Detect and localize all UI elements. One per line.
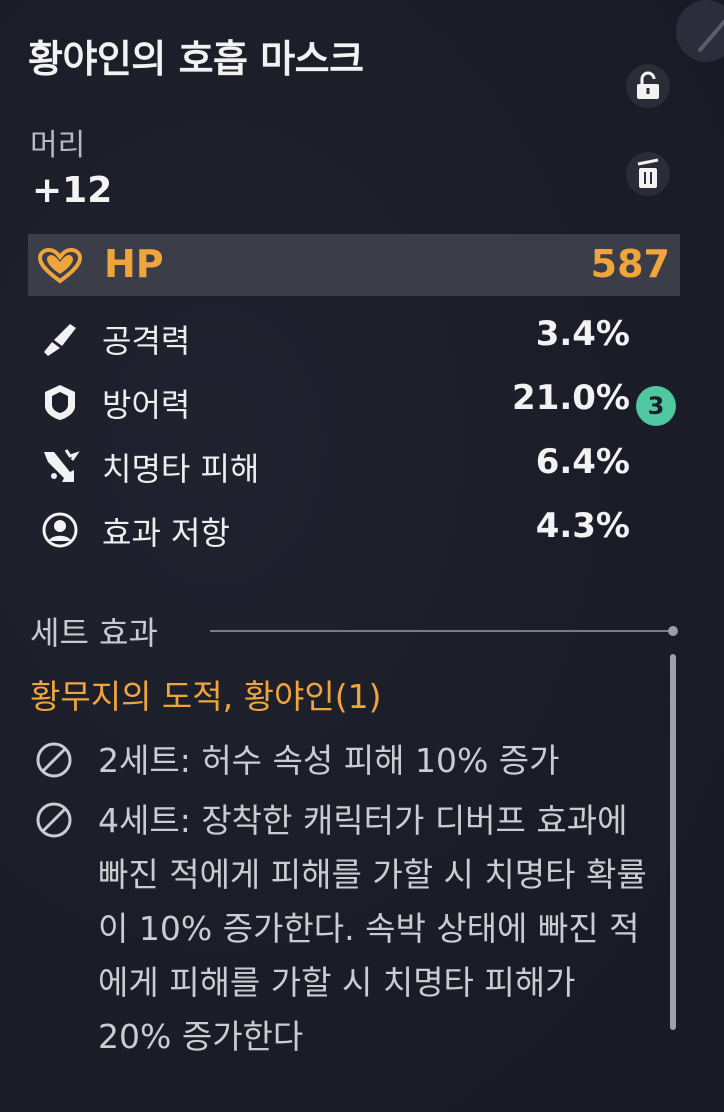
sub-stat-value: 21.0% [512, 378, 630, 418]
sub-stat-row: 치명타 피해 6.4% [40, 440, 640, 494]
upgrade-count-badge: 3 [636, 386, 676, 426]
item-name: 황야인의 호흡 마스크 [28, 37, 364, 81]
discard-button[interactable] [626, 152, 670, 196]
sub-stat-row: 효과 저항 4.3% [40, 504, 640, 558]
sub-stat-row: 방어력 21.0% [40, 376, 640, 430]
sub-stat-value: 3.4% [535, 314, 630, 354]
prohibited-icon [34, 800, 74, 844]
sub-stat-name: 방어력 [102, 386, 191, 424]
sub-stat-value: 4.3% [535, 506, 630, 546]
resist-icon [40, 510, 80, 554]
heart-icon [37, 247, 83, 288]
pencil-icon [698, 20, 724, 52]
set-effect-header: 세트 효과 [30, 614, 158, 652]
set-effect-text: 2세트: 허수 속성 피해 10% 증가 [98, 741, 560, 780]
divider [210, 630, 672, 632]
lock-button[interactable] [626, 64, 670, 108]
item-slot: 머리 [30, 128, 86, 163]
sub-stat-name: 치명타 피해 [102, 450, 260, 488]
prohibited-icon [34, 740, 74, 784]
scrollbar[interactable] [670, 654, 676, 1030]
sword-icon [40, 318, 80, 362]
main-stat-value: 587 [590, 242, 670, 286]
critical-icon [40, 446, 80, 490]
sub-stat-name: 공격력 [102, 322, 191, 360]
main-stat-name: HP [104, 242, 164, 286]
divider-dot [668, 626, 678, 636]
item-level: +12 [32, 170, 113, 211]
sub-stat-name: 효과 저항 [102, 514, 230, 552]
sub-stat-row: 공격력 3.4% [40, 312, 640, 366]
main-stat-row: HP 587 [28, 234, 680, 296]
edit-button[interactable] [676, 0, 724, 62]
set-name: 황무지의 도적, 황야인(1) [30, 677, 382, 716]
unlock-icon [637, 71, 659, 99]
set-effect-text: 4세트: 장착한 캐릭터가 디버프 효과에 빠진 적에게 피해를 가할 시 치명… [98, 801, 647, 1056]
sub-stat-value: 6.4% [535, 442, 630, 482]
shield-icon [40, 382, 80, 426]
trash-icon [637, 158, 659, 188]
